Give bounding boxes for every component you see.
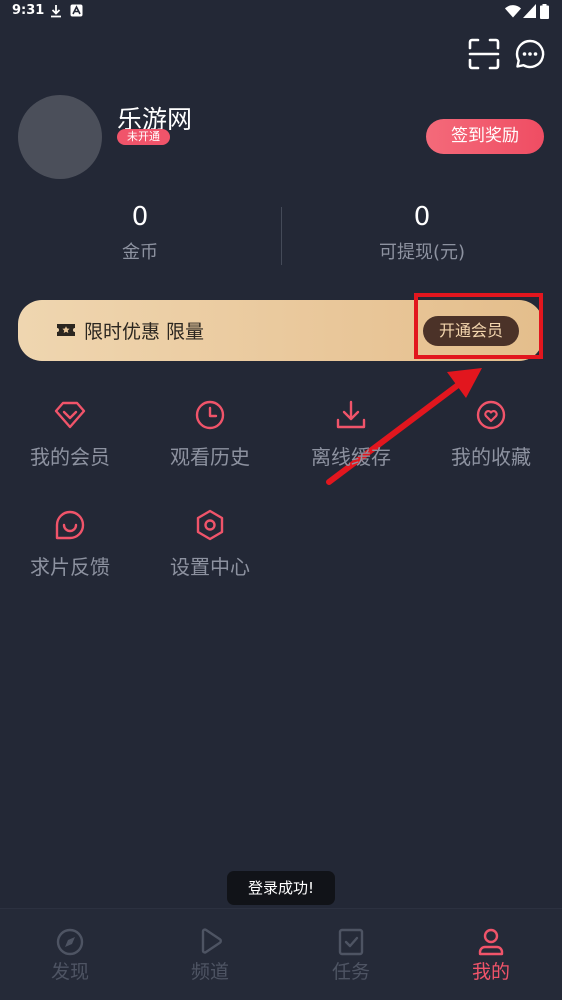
tab-channels[interactable]: 频道: [140, 927, 280, 984]
menu-my-membership[interactable]: 我的会员: [0, 398, 140, 470]
menu-settings-center[interactable]: 设置中心: [140, 508, 280, 580]
user-icon: [478, 928, 504, 956]
menu-offline-cache[interactable]: 离线缓存: [281, 398, 421, 470]
menu-my-favorites[interactable]: 我的收藏: [421, 398, 561, 470]
menu-label: 我的收藏: [451, 445, 531, 469]
tab-label: 任务: [331, 961, 370, 983]
signal-icon: [523, 4, 536, 18]
vip-promo-text: 限时优惠 限量: [84, 321, 205, 343]
ticket-icon: [57, 324, 75, 336]
scan-icon[interactable]: [468, 38, 500, 70]
bottom-tab-bar: 发现 频道 任务 我的: [0, 908, 562, 1000]
login-success-toast: 登录成功!: [227, 871, 335, 905]
chat-smile-icon: [55, 510, 85, 540]
coins-label: 金币: [122, 242, 158, 263]
diamond-icon: [54, 401, 86, 429]
status-bar: 9:31: [0, 0, 562, 24]
play-icon: [201, 928, 222, 954]
menu-watch-history[interactable]: 观看历史: [140, 398, 280, 470]
withdrawable-value: 0: [413, 202, 431, 232]
wifi-icon: [505, 5, 521, 18]
menu-label: 设置中心: [170, 555, 250, 579]
tab-mine[interactable]: 我的: [421, 927, 561, 984]
task-icon: [338, 928, 364, 956]
menu-label: 观看历史: [170, 445, 250, 469]
menu-label: 求片反馈: [30, 555, 110, 579]
stat-coins[interactable]: 0 金币: [0, 202, 280, 264]
tab-discover[interactable]: 发现: [0, 927, 140, 984]
stat-withdrawable[interactable]: 0 可提现(元): [282, 202, 562, 264]
compass-icon: [56, 928, 84, 956]
status-time: 9:31: [12, 3, 45, 18]
battery-icon: [540, 4, 549, 19]
app-status-icon: [70, 4, 83, 17]
heart-icon: [476, 400, 506, 430]
menu-label: 离线缓存: [311, 445, 391, 469]
download-icon: [336, 400, 366, 429]
menu-label: 我的会员: [30, 445, 110, 469]
download-status-icon: [51, 5, 61, 18]
coins-value: 0: [131, 202, 149, 232]
checkin-reward-button[interactable]: 签到奖励: [426, 119, 544, 154]
tab-label: 我的: [471, 961, 510, 983]
menu-request-feedback[interactable]: 求片反馈: [0, 508, 140, 580]
clock-icon: [195, 400, 225, 430]
settings-icon: [196, 509, 224, 541]
member-status-badge: 未开通: [117, 129, 170, 145]
avatar[interactable]: [18, 95, 102, 179]
message-icon[interactable]: [514, 38, 546, 70]
tab-label: 发现: [50, 961, 89, 983]
highlight-box: [414, 293, 543, 359]
tab-label: 频道: [190, 961, 229, 983]
tab-tasks[interactable]: 任务: [281, 927, 421, 984]
withdrawable-label: 可提现(元): [378, 242, 466, 263]
